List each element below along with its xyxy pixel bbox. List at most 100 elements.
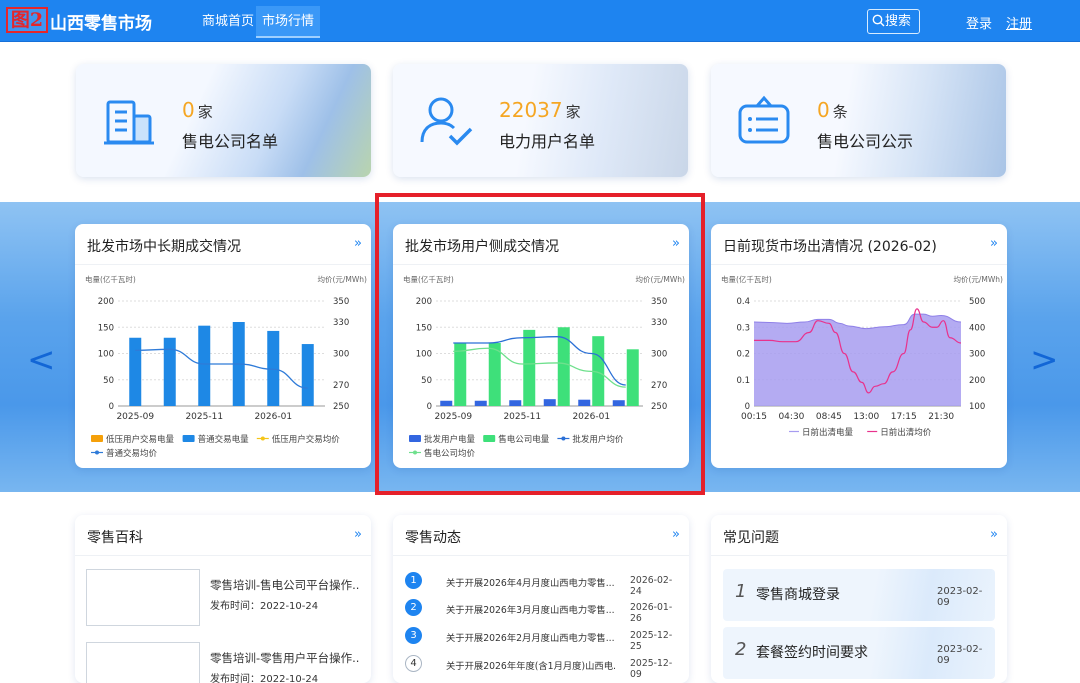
wiki-item[interactable]: 零售培训-售电公司平台操作... 发布时间：2022-10-24 bbox=[86, 569, 360, 627]
y-tick-label: 0 bbox=[109, 402, 114, 412]
wiki-item-title[interactable]: 零售培训-售电公司平台操作... bbox=[210, 577, 360, 593]
stat-label: 电力用户名单 bbox=[499, 132, 596, 151]
nav-mall-home[interactable]: 商城首页 bbox=[196, 6, 260, 38]
stat-card-retail-companies[interactable]: 0家 售电公司名单 bbox=[76, 64, 371, 177]
news-title[interactable]: 关于开展2026年2月月度山西电力零售... bbox=[446, 630, 616, 644]
legend-label: 低压用户交易电量 bbox=[106, 434, 175, 445]
news-item[interactable]: 3 关于开展2026年2月月度山西电力零售... 2025-12-25 bbox=[405, 627, 677, 652]
site-name[interactable]: 山西零售市场 bbox=[50, 9, 152, 34]
faq-date: 2023-02-09 bbox=[937, 644, 983, 666]
area-日前出清电量 bbox=[754, 314, 961, 406]
legend-swatch bbox=[182, 435, 195, 442]
retail-news-card: 零售动态 » 1 关于开展2026年4月月度山西电力零售... 2026-02-… bbox=[393, 515, 689, 683]
day-ahead-spot-chart: 电量(亿千瓦时) 均价(元/MWh) 0 0.1 0.2 0.3 0.4 100 200 300 4… bbox=[721, 274, 1003, 438]
more-chevron-icon[interactable]: » bbox=[354, 236, 362, 251]
y2-tick-label: 100 bbox=[969, 402, 985, 412]
x-tick-label: 04:30 bbox=[778, 412, 804, 422]
y2-tick-label: 270 bbox=[333, 381, 349, 391]
legend-swatch-dot bbox=[260, 436, 265, 441]
y2-tick-label: 250 bbox=[333, 402, 349, 412]
search-button[interactable]: 搜索 bbox=[867, 9, 920, 34]
faq-card: 常见问题 » 1 零售商城登录 2023-02-09 2 套餐签约时间要求 20… bbox=[711, 515, 1007, 683]
bar-普通交易电量 bbox=[198, 325, 211, 406]
y2-tick-label: 330 bbox=[333, 318, 349, 328]
carousel-next-arrow[interactable]: > bbox=[1030, 343, 1059, 377]
news-title[interactable]: 关于开展2026年4月月度山西电力零售... bbox=[446, 575, 616, 589]
bar-普通交易电量 bbox=[301, 344, 314, 406]
y-axis-label: 电量(亿千瓦时) bbox=[85, 274, 136, 284]
divider bbox=[711, 555, 1007, 556]
news-item[interactable]: 1 关于开展2026年4月月度山西电力零售... 2026-02-24 bbox=[405, 572, 677, 597]
legend-label: 日前出清均价 bbox=[880, 427, 932, 438]
chart-card-wholesale-long-term[interactable]: 批发市场中长期成交情况 » 电量(亿千瓦时) 均价(元/MWh) 0 50 100 150… bbox=[75, 224, 371, 468]
y-tick-label: 100 bbox=[98, 350, 114, 360]
search-label: 搜索 bbox=[885, 14, 912, 29]
y2-tick-label: 300 bbox=[333, 350, 349, 360]
y2-tick-label: 350 bbox=[333, 297, 349, 307]
y-tick-label: 200 bbox=[98, 297, 114, 307]
stat-label: 售电公司公示 bbox=[817, 132, 914, 151]
news-title[interactable]: 关于开展2026年年度(含1月月度)山西电... bbox=[446, 658, 616, 672]
stat-label: 售电公司名单 bbox=[182, 132, 279, 151]
news-title[interactable]: 关于开展2026年3月月度山西电力零售... bbox=[446, 602, 616, 616]
news-item[interactable]: 4 关于开展2026年年度(含1月月度)山西电... 2025-12-09 bbox=[405, 655, 677, 680]
legend-swatch bbox=[91, 435, 103, 442]
card-title: 批发市场中长期成交情况 bbox=[87, 239, 241, 255]
news-rank-badge: 3 bbox=[405, 627, 422, 644]
news-date: 2026-02-24 bbox=[630, 575, 673, 597]
wholesale-long-term-chart: 电量(亿千瓦时) 均价(元/MWh) 0 50 100 150 200 250 270 300 33… bbox=[85, 274, 367, 459]
y-axis-label: 电量(亿千瓦时) bbox=[721, 274, 772, 284]
more-chevron-icon[interactable]: » bbox=[990, 236, 998, 251]
more-chevron-icon[interactable]: » bbox=[990, 527, 998, 542]
x-tick-label: 00:15 bbox=[741, 412, 767, 422]
card-title: 零售百科 bbox=[87, 530, 143, 546]
wiki-item-title[interactable]: 零售培训-零售用户平台操作... bbox=[210, 650, 360, 666]
x-tick-label: 13:00 bbox=[853, 412, 879, 422]
news-date: 2026-01-26 bbox=[630, 602, 673, 624]
register-link[interactable]: 注册 bbox=[1006, 13, 1032, 32]
stat-card-company-notices[interactable]: 0条 售电公司公示 bbox=[711, 64, 1006, 177]
broken-image-thumbnail[interactable] bbox=[86, 569, 200, 626]
legend-label: 日前出清电量 bbox=[802, 427, 854, 438]
divider bbox=[711, 264, 1007, 265]
x-tick-label: 08:45 bbox=[816, 412, 842, 422]
legend-label: 低压用户交易均价 bbox=[272, 434, 341, 445]
stat-card-power-users[interactable]: 22037 家 电力用户名单 bbox=[393, 64, 688, 177]
bar-普通交易电量 bbox=[163, 337, 176, 406]
legend-label: 普通交易均价 bbox=[106, 448, 158, 459]
broken-image-thumbnail[interactable] bbox=[86, 642, 200, 683]
chart-card-day-ahead-spot[interactable]: 日前现货市场出清情况 (2026-02) » 电量(亿千瓦时) 均价(元/MWh)… bbox=[711, 224, 1007, 468]
y-tick-label: 0.1 bbox=[736, 376, 750, 386]
y-tick-label: 50 bbox=[103, 376, 114, 386]
stat-count: 0条 bbox=[817, 98, 848, 122]
carousel-prev-arrow[interactable]: < bbox=[27, 343, 56, 377]
notice-board-icon bbox=[738, 95, 790, 144]
legend-swatch-dot bbox=[95, 450, 99, 455]
more-chevron-icon[interactable]: » bbox=[672, 527, 680, 542]
faq-number: 1 bbox=[735, 581, 747, 602]
news-rank-badge: 2 bbox=[405, 599, 422, 616]
faq-title[interactable]: 套餐签约时间要求 bbox=[756, 642, 868, 662]
nav-market-quotes[interactable]: 市场行情 bbox=[256, 6, 321, 38]
divider bbox=[75, 555, 371, 556]
card-title: 常见问题 bbox=[723, 530, 779, 546]
wiki-item-date: 发布时间：2022-10-24 bbox=[210, 601, 319, 612]
login-link[interactable]: 登录 bbox=[966, 13, 992, 32]
faq-item[interactable]: 2 套餐签约时间要求 2023-02-09 bbox=[723, 627, 995, 679]
bar-普通交易电量 bbox=[129, 337, 142, 406]
stat-count: 22037 家 bbox=[499, 98, 581, 122]
faq-title[interactable]: 零售商城登录 bbox=[756, 584, 840, 604]
news-rank-badge: 4 bbox=[405, 655, 422, 672]
faq-item[interactable]: 1 零售商城登录 2023-02-09 bbox=[723, 569, 995, 621]
news-item[interactable]: 2 关于开展2026年3月月度山西电力零售... 2026-01-26 bbox=[405, 599, 677, 624]
more-chevron-icon[interactable]: » bbox=[354, 527, 362, 542]
wiki-item[interactable]: 零售培训-零售用户平台操作... 发布时间：2022-10-24 bbox=[86, 642, 360, 683]
figure-label-badge: 图2 bbox=[6, 7, 48, 33]
highlight-box bbox=[375, 193, 705, 495]
line-普通交易均价 bbox=[135, 348, 308, 389]
user-check-icon bbox=[420, 97, 473, 146]
news-date: 2025-12-25 bbox=[630, 630, 673, 652]
y2-tick-label: 300 bbox=[969, 350, 985, 360]
x-tick-label: 2026-01 bbox=[254, 412, 292, 422]
top-navbar: 图2 山西零售市场 商城首页 市场行情 搜索 登录 注册 bbox=[0, 0, 1080, 42]
